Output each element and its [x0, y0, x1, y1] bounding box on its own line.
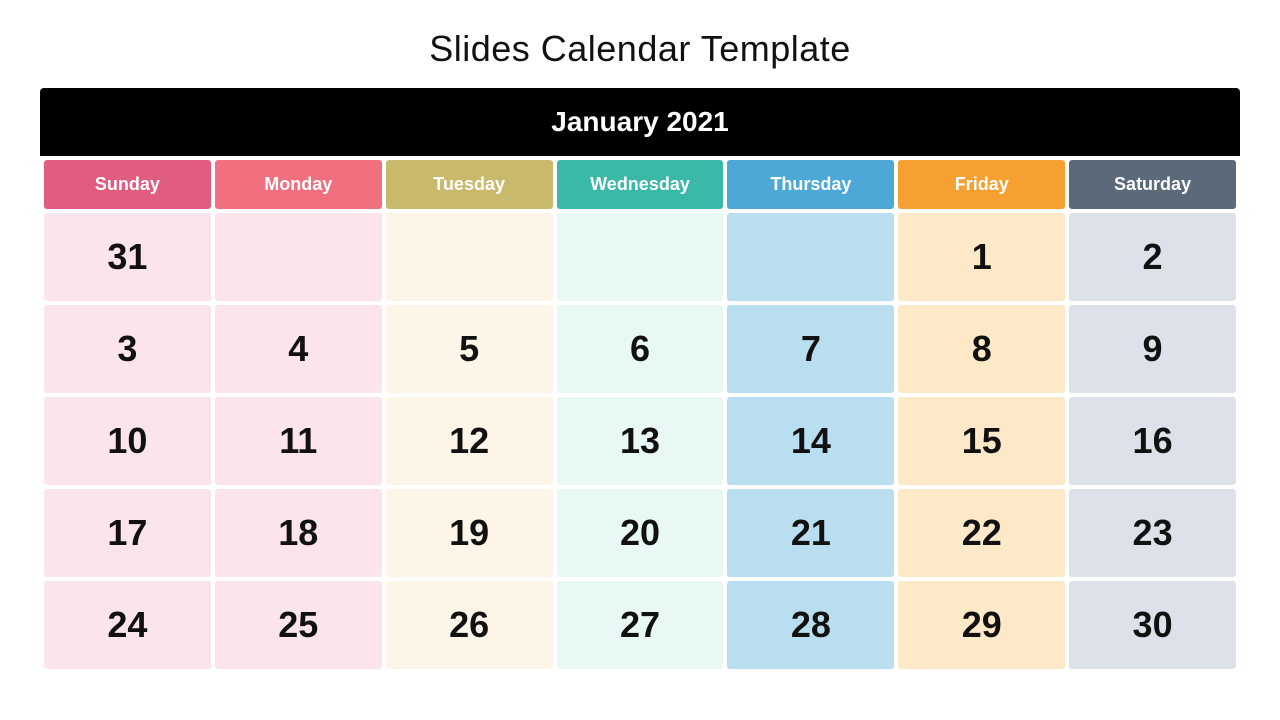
header-friday: Friday: [898, 160, 1065, 209]
header-sunday: Sunday: [44, 160, 211, 209]
day-cell-2-5: 15: [898, 397, 1065, 485]
day-cell-1-2: 5: [386, 305, 553, 393]
day-cell-3-6: 23: [1069, 489, 1236, 577]
calendar-wrapper: January 2021 SundayMondayTuesdayWednesda…: [40, 88, 1240, 673]
calendar-month-header: January 2021: [40, 88, 1240, 156]
day-cell-4-0: 24: [44, 581, 211, 669]
day-cell-0-1: [215, 213, 382, 301]
day-cell-0-6: 2: [1069, 213, 1236, 301]
day-cell-4-2: 26: [386, 581, 553, 669]
day-cell-0-4: [727, 213, 894, 301]
day-cell-3-0: 17: [44, 489, 211, 577]
day-cell-1-3: 6: [557, 305, 724, 393]
day-cell-3-4: 21: [727, 489, 894, 577]
day-cell-2-4: 14: [727, 397, 894, 485]
day-cell-4-5: 29: [898, 581, 1065, 669]
day-cell-1-6: 9: [1069, 305, 1236, 393]
header-saturday: Saturday: [1069, 160, 1236, 209]
day-cell-3-1: 18: [215, 489, 382, 577]
day-cell-1-1: 4: [215, 305, 382, 393]
day-cell-0-0: 31: [44, 213, 211, 301]
day-cell-2-6: 16: [1069, 397, 1236, 485]
day-cell-1-5: 8: [898, 305, 1065, 393]
header-wednesday: Wednesday: [557, 160, 724, 209]
day-cell-2-1: 11: [215, 397, 382, 485]
day-cell-1-4: 7: [727, 305, 894, 393]
calendar-grid: SundayMondayTuesdayWednesdayThursdayFrid…: [40, 156, 1240, 673]
header-thursday: Thursday: [727, 160, 894, 209]
day-cell-3-2: 19: [386, 489, 553, 577]
day-cell-0-2: [386, 213, 553, 301]
day-cell-1-0: 3: [44, 305, 211, 393]
day-cell-2-2: 12: [386, 397, 553, 485]
day-cell-3-3: 20: [557, 489, 724, 577]
day-cell-4-6: 30: [1069, 581, 1236, 669]
day-cell-0-3: [557, 213, 724, 301]
day-cell-4-1: 25: [215, 581, 382, 669]
day-cell-4-4: 28: [727, 581, 894, 669]
day-cell-0-5: 1: [898, 213, 1065, 301]
day-cell-2-3: 13: [557, 397, 724, 485]
header-tuesday: Tuesday: [386, 160, 553, 209]
page-title: Slides Calendar Template: [429, 28, 851, 70]
day-cell-2-0: 10: [44, 397, 211, 485]
day-cell-3-5: 22: [898, 489, 1065, 577]
day-cell-4-3: 27: [557, 581, 724, 669]
header-monday: Monday: [215, 160, 382, 209]
